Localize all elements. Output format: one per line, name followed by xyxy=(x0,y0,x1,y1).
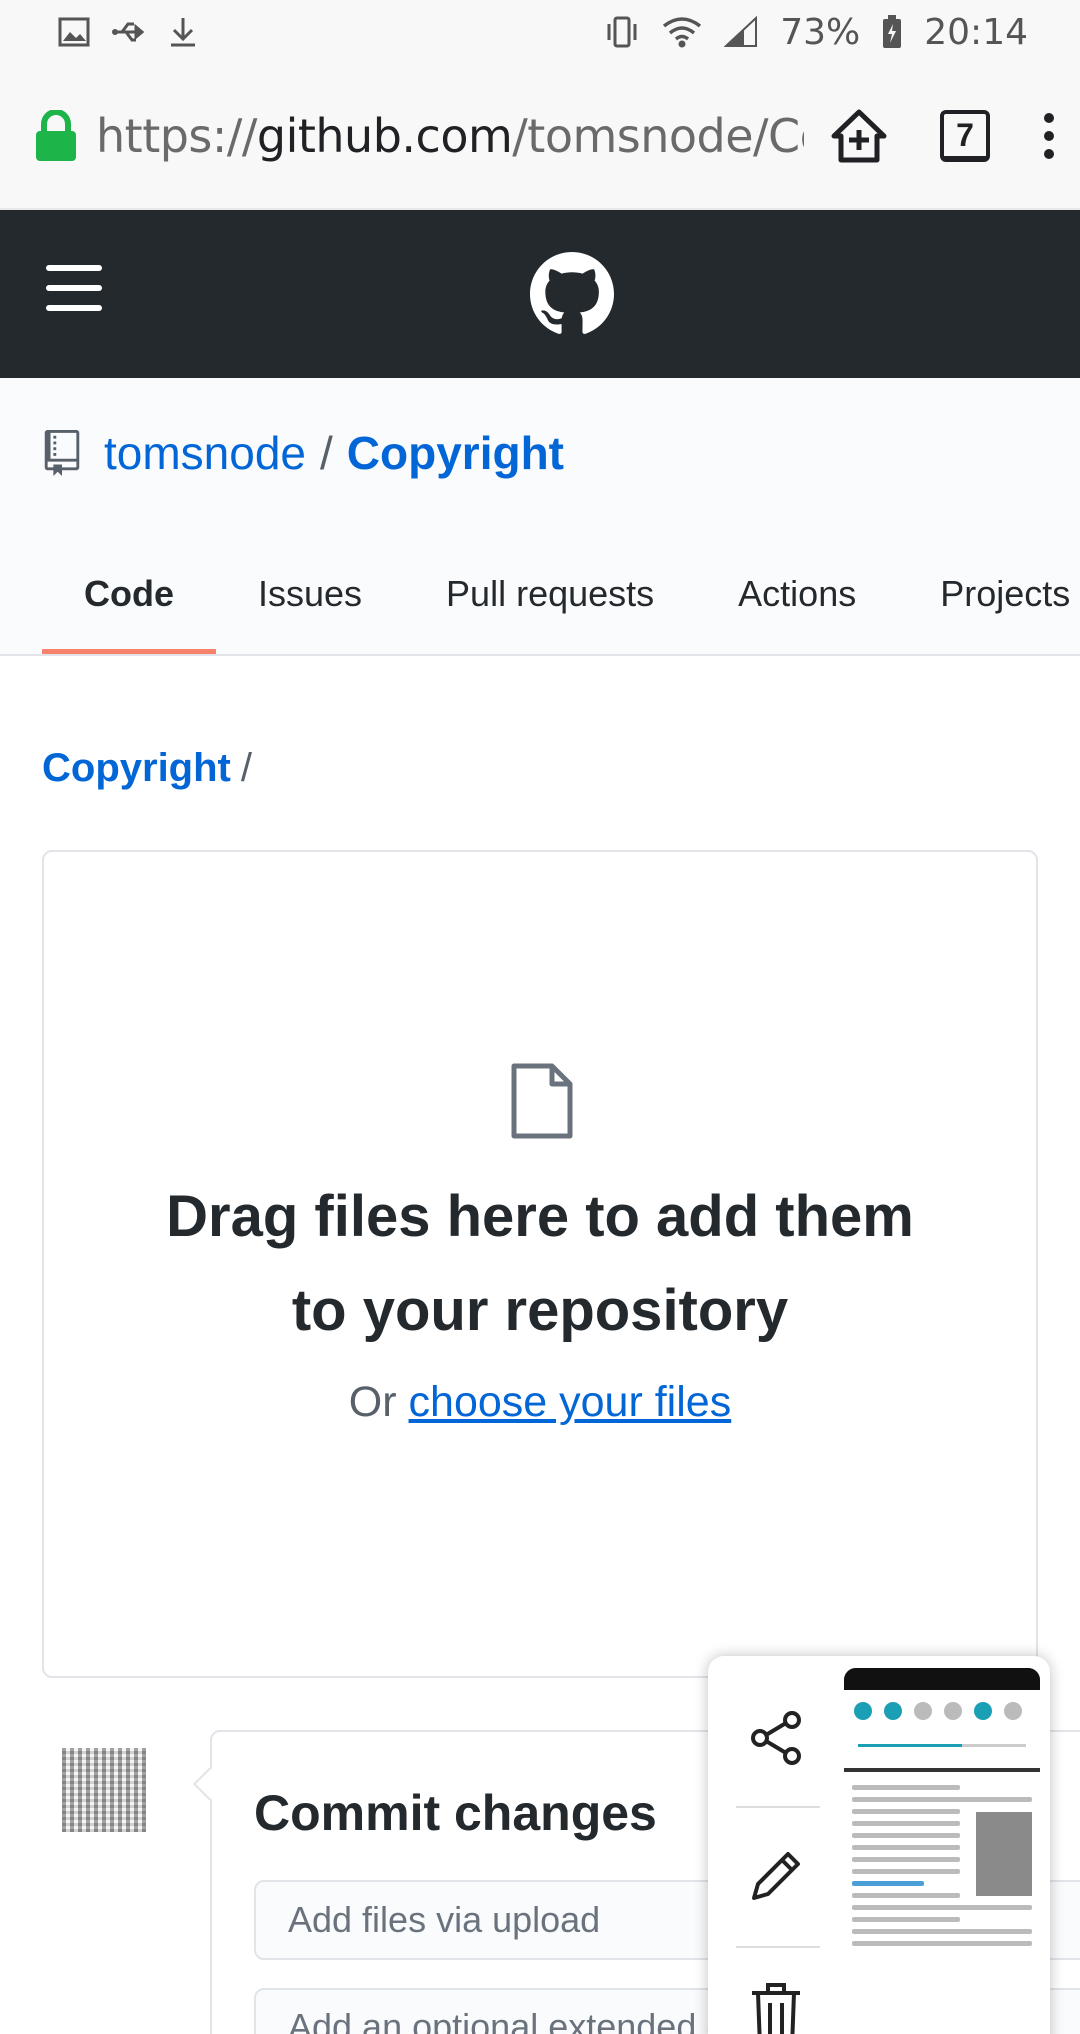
repo-name-link[interactable]: Copyright xyxy=(347,426,564,480)
choose-files-link[interactable]: choose your files xyxy=(409,1378,732,1426)
status-bar: 73% 20:14 xyxy=(0,0,1080,64)
tab-issues[interactable]: Issues xyxy=(216,534,404,654)
signal-icon xyxy=(724,16,758,47)
repo-title: tomsnode / Copyright xyxy=(44,426,564,480)
screenshot-preview-panel xyxy=(708,1656,1050,2034)
tab-pull-requests[interactable]: Pull requests xyxy=(404,534,696,654)
share-button[interactable] xyxy=(734,1696,818,1780)
file-icon xyxy=(511,1063,573,1139)
edit-button[interactable] xyxy=(734,1834,818,1918)
tab-projects[interactable]: Projects xyxy=(898,534,1080,654)
avatar[interactable] xyxy=(62,1748,146,1832)
github-logo-icon[interactable] xyxy=(530,252,614,336)
status-notifications xyxy=(58,16,198,48)
breadcrumb-root-link[interactable]: Copyright xyxy=(42,746,231,790)
action-divider xyxy=(736,1806,820,1808)
repo-owner-link[interactable]: tomsnode xyxy=(104,426,306,480)
github-header xyxy=(0,210,1080,378)
breadcrumb: Copyright / xyxy=(42,746,252,791)
screenshot-actions xyxy=(708,1656,840,2034)
browser-toolbar: https://github.com/tomsnode/Co 7 xyxy=(0,64,1080,210)
add-to-home-icon[interactable] xyxy=(830,108,888,164)
lock-icon xyxy=(36,110,76,161)
file-dropzone[interactable]: Drag files here to add them to your repo… xyxy=(42,850,1038,1678)
trash-icon xyxy=(752,1983,800,2034)
tab-code[interactable]: Code xyxy=(42,534,216,654)
action-divider xyxy=(736,1946,820,1948)
image-icon xyxy=(58,17,90,47)
screenshot-thumbnail[interactable] xyxy=(844,1668,1040,2034)
pencil-icon xyxy=(752,1852,800,1900)
usb-icon xyxy=(112,22,145,42)
repo-icon xyxy=(44,430,80,476)
delete-button[interactable] xyxy=(734,1974,818,2034)
tab-actions[interactable]: Actions xyxy=(696,534,898,654)
thumb-notifications xyxy=(844,1772,1040,2034)
tab-switcher-button[interactable]: 7 xyxy=(940,110,990,162)
url-field[interactable]: https://github.com/tomsnode/Co xyxy=(96,109,804,163)
status-indicators: 73% 20:14 xyxy=(604,12,1028,53)
commit-title: Commit changes xyxy=(254,1785,657,1841)
repo-separator: / xyxy=(320,427,333,479)
repo-header: tomsnode / Copyright Code Issues Pull re… xyxy=(0,378,1080,656)
share-icon xyxy=(751,1711,801,1765)
battery-percent: 73% xyxy=(780,11,861,53)
clock: 20:14 xyxy=(924,11,1028,53)
dropzone-title: Drag files here to add them to your repo… xyxy=(166,1184,914,1343)
vibrate-icon xyxy=(607,16,637,48)
dropzone-subtitle: Or choose your files xyxy=(44,1378,1036,1427)
download-icon xyxy=(171,18,195,47)
url-host: github.com xyxy=(256,109,513,163)
battery-charging-icon xyxy=(883,15,902,48)
url-scheme: https:// xyxy=(96,109,257,163)
thumb-status xyxy=(844,1668,1040,1690)
url-path: /tomsnode/Co xyxy=(512,109,804,163)
commit-pointer xyxy=(193,1767,227,1801)
wifi-icon xyxy=(663,17,702,48)
dropzone-or-text: Or xyxy=(348,1378,397,1426)
thumb-quick-settings xyxy=(844,1690,1040,1768)
more-options-icon[interactable] xyxy=(1042,112,1056,160)
menu-icon[interactable] xyxy=(46,265,102,311)
breadcrumb-separator: / xyxy=(240,746,252,790)
repo-nav-tabs: Code Issues Pull requests Actions Projec… xyxy=(42,534,1080,654)
